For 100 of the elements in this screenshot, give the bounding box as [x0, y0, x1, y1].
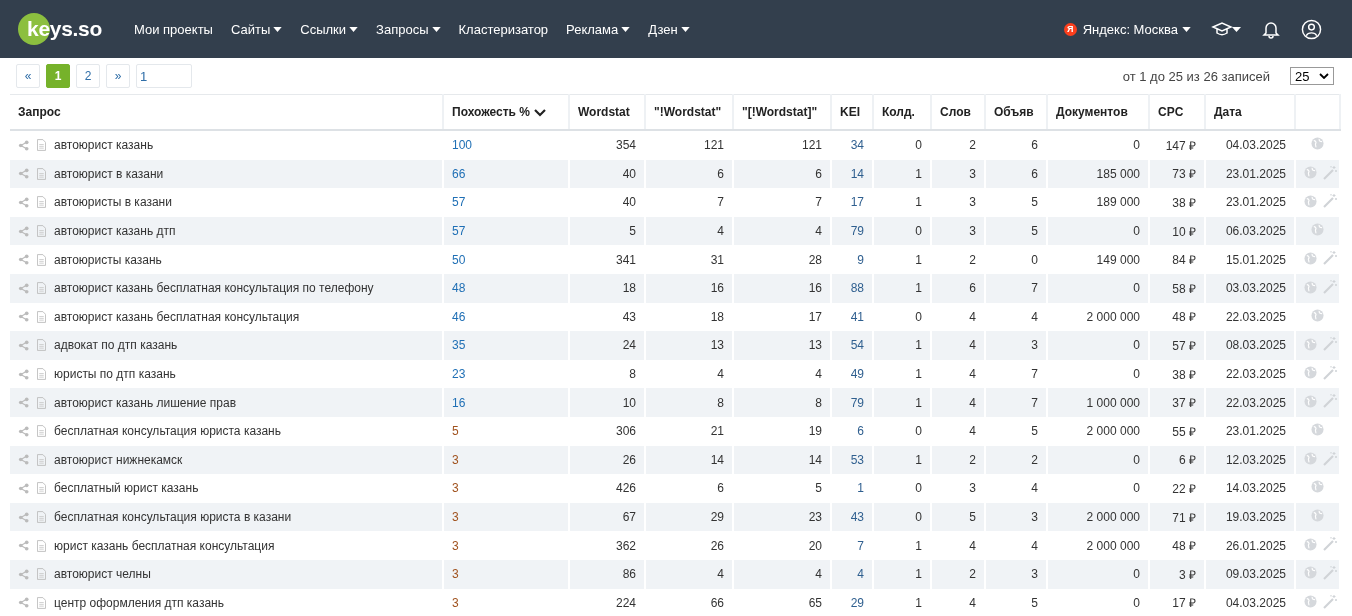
page-number-input[interactable]: 1	[136, 64, 192, 88]
share-icon[interactable]	[18, 454, 29, 466]
query-link[interactable]: адвокат по дтп казань	[54, 338, 178, 353]
document-icon[interactable]	[37, 568, 46, 581]
query-link[interactable]: автоюрист казань бесплатная консультация	[54, 309, 300, 324]
magic-wand-icon[interactable]	[1323, 165, 1337, 180]
nav-menu-item[interactable]: Сайты	[230, 21, 283, 37]
nav-menu-item[interactable]: Мои проекты	[134, 21, 213, 37]
share-icon[interactable]	[18, 197, 29, 208]
magic-wand-icon[interactable]	[1323, 251, 1337, 266]
column-header[interactable]: Wordstat	[569, 94, 645, 130]
globe-icon[interactable]	[1311, 137, 1324, 151]
globe-icon[interactable]	[1304, 452, 1317, 466]
magic-wand-icon[interactable]	[1323, 194, 1337, 209]
share-icon[interactable]	[18, 368, 29, 380]
column-header[interactable]: "[!Wordstat]"	[733, 94, 831, 130]
document-icon[interactable]	[37, 511, 46, 523]
globe-icon[interactable]	[1304, 394, 1317, 408]
globe-icon[interactable]	[1304, 566, 1317, 580]
document-icon[interactable]	[37, 368, 46, 381]
column-header[interactable]: Документов	[1047, 94, 1149, 130]
globe-icon[interactable]	[1304, 166, 1317, 180]
document-icon[interactable]	[37, 453, 46, 466]
magic-wand-icon[interactable]	[1323, 280, 1337, 294]
globe-icon[interactable]	[1304, 537, 1317, 551]
globe-icon[interactable]	[1304, 280, 1317, 294]
column-header[interactable]: "!Wordstat"	[645, 94, 733, 130]
share-icon[interactable]	[18, 254, 29, 266]
magic-wand-icon[interactable]	[1323, 337, 1337, 352]
magic-wand-icon[interactable]	[1323, 394, 1337, 409]
document-icon[interactable]	[37, 425, 46, 438]
page-button[interactable]: 2	[76, 64, 100, 88]
share-icon[interactable]	[18, 225, 29, 237]
document-icon[interactable]	[37, 539, 46, 552]
nav-menu-item[interactable]: Дзен	[648, 21, 690, 37]
document-icon[interactable]	[37, 396, 46, 409]
nav-menu-item[interactable]: Кластеризатор	[458, 21, 549, 37]
globe-icon[interactable]	[1311, 480, 1324, 494]
column-header[interactable]: Запрос	[10, 94, 443, 130]
share-icon[interactable]	[18, 425, 29, 437]
query-link[interactable]: бесплатная консультация юриста казань	[54, 424, 281, 439]
magic-wand-icon[interactable]	[1323, 451, 1337, 466]
query-link[interactable]: центр оформления дтп казань	[54, 595, 224, 610]
share-icon[interactable]	[18, 397, 29, 409]
globe-icon[interactable]	[1304, 337, 1317, 351]
column-header[interactable]: CPC	[1149, 94, 1205, 130]
query-link[interactable]: юристы по дтп казань	[54, 367, 176, 382]
nav-menu-item[interactable]: Ссылки	[300, 21, 359, 37]
query-link[interactable]: автоюрист челны	[54, 567, 151, 582]
query-link[interactable]: автоюрист нижнекамск	[54, 452, 183, 467]
query-link[interactable]: автоюрист в казани	[54, 166, 164, 181]
column-header[interactable]: Похожесть %	[443, 94, 569, 130]
query-link[interactable]: бесплатный юрист казань	[54, 481, 199, 496]
query-link[interactable]: автоюрист казань дтп	[54, 224, 176, 239]
globe-icon[interactable]	[1311, 308, 1324, 322]
query-link[interactable]: автоюрист казань	[54, 138, 154, 153]
share-icon[interactable]	[18, 311, 29, 323]
next-page-button[interactable]: »	[106, 64, 130, 88]
magic-wand-icon[interactable]	[1323, 537, 1337, 552]
share-icon[interactable]	[18, 540, 29, 552]
share-icon[interactable]	[18, 511, 29, 523]
column-header[interactable]: Дата	[1205, 94, 1295, 130]
column-header[interactable]: Объяв	[985, 94, 1047, 130]
page-size-select[interactable]: 25	[1290, 67, 1334, 85]
share-icon[interactable]	[18, 482, 29, 494]
document-icon[interactable]	[37, 339, 46, 352]
notification-bell-icon[interactable]	[1261, 19, 1281, 39]
region-selector[interactable]: Я Яндекс: Москва	[1063, 21, 1191, 37]
user-account-icon[interactable]	[1301, 18, 1322, 40]
nav-menu-item[interactable]: Запросы	[376, 21, 441, 37]
document-icon[interactable]	[37, 282, 46, 295]
document-icon[interactable]	[37, 596, 46, 609]
globe-icon[interactable]	[1304, 595, 1317, 609]
share-icon[interactable]	[18, 168, 29, 180]
share-icon[interactable]	[18, 282, 29, 294]
share-icon[interactable]	[18, 597, 29, 609]
document-icon[interactable]	[37, 482, 46, 495]
document-icon[interactable]	[37, 253, 46, 266]
document-icon[interactable]	[37, 225, 46, 238]
share-icon[interactable]	[18, 339, 29, 351]
column-header[interactable]: Слов	[931, 94, 985, 130]
document-icon[interactable]	[37, 196, 46, 209]
magic-wand-icon[interactable]	[1323, 594, 1337, 609]
document-icon[interactable]	[37, 310, 46, 323]
globe-icon[interactable]	[1304, 251, 1317, 265]
column-header[interactable]: Колд.	[873, 94, 931, 130]
magic-wand-icon[interactable]	[1323, 365, 1337, 380]
share-icon[interactable]	[18, 139, 29, 151]
column-header[interactable]: KEI	[831, 94, 873, 130]
magic-wand-icon[interactable]	[1323, 565, 1337, 580]
previous-page-button[interactable]: «	[16, 64, 40, 88]
globe-icon[interactable]	[1304, 366, 1317, 380]
graduation-cap-menu-button[interactable]	[1211, 21, 1241, 37]
globe-icon[interactable]	[1311, 423, 1324, 437]
globe-icon[interactable]	[1311, 223, 1324, 237]
globe-icon[interactable]	[1304, 194, 1317, 208]
document-icon[interactable]	[37, 167, 46, 180]
globe-icon[interactable]	[1311, 509, 1324, 522]
query-link[interactable]: автоюристы казань	[54, 252, 162, 267]
nav-menu-item[interactable]: Реклама	[566, 21, 631, 37]
